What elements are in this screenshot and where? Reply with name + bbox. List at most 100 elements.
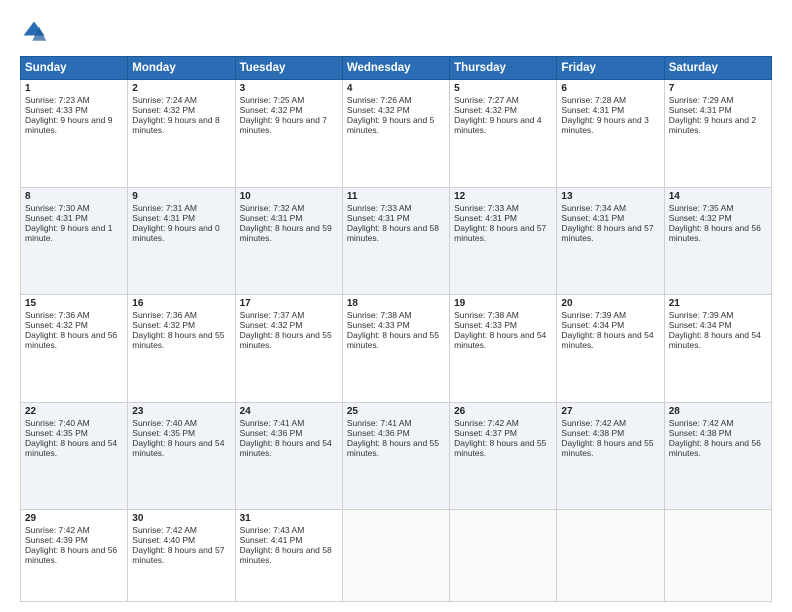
sunset-label: Sunset: 4:35 PM — [25, 428, 88, 438]
sunrise-label: Sunrise: 7:23 AM — [25, 95, 90, 105]
day-number: 3 — [240, 83, 338, 94]
day-number: 26 — [454, 406, 552, 417]
sunset-label: Sunset: 4:32 PM — [240, 105, 303, 115]
sunrise-label: Sunrise: 7:40 AM — [132, 418, 197, 428]
sunset-label: Sunset: 4:31 PM — [25, 213, 88, 223]
daylight-label: Daylight: 8 hours and 54 minutes. — [454, 330, 546, 350]
calendar-cell: 8Sunrise: 7:30 AMSunset: 4:31 PMDaylight… — [21, 187, 128, 295]
calendar-cell: 17Sunrise: 7:37 AMSunset: 4:32 PMDayligh… — [235, 295, 342, 403]
sunset-label: Sunset: 4:31 PM — [561, 213, 624, 223]
calendar-cell: 29Sunrise: 7:42 AMSunset: 4:39 PMDayligh… — [21, 510, 128, 602]
day-number: 15 — [25, 298, 123, 309]
daylight-label: Daylight: 8 hours and 57 minutes. — [561, 223, 653, 243]
sunrise-label: Sunrise: 7:41 AM — [240, 418, 305, 428]
daylight-label: Daylight: 9 hours and 0 minutes. — [132, 223, 219, 243]
daylight-label: Daylight: 8 hours and 59 minutes. — [240, 223, 332, 243]
calendar-weekday-thursday: Thursday — [450, 57, 557, 80]
calendar-cell: 15Sunrise: 7:36 AMSunset: 4:32 PMDayligh… — [21, 295, 128, 403]
calendar-week-row: 15Sunrise: 7:36 AMSunset: 4:32 PMDayligh… — [21, 295, 772, 403]
sunset-label: Sunset: 4:38 PM — [669, 428, 732, 438]
day-number: 12 — [454, 191, 552, 202]
day-number: 2 — [132, 83, 230, 94]
calendar-cell — [664, 510, 771, 602]
daylight-label: Daylight: 9 hours and 5 minutes. — [347, 115, 434, 135]
calendar-cell — [342, 510, 449, 602]
day-number: 13 — [561, 191, 659, 202]
sunset-label: Sunset: 4:33 PM — [25, 105, 88, 115]
sunset-label: Sunset: 4:32 PM — [132, 105, 195, 115]
daylight-label: Daylight: 8 hours and 54 minutes. — [240, 438, 332, 458]
sunrise-label: Sunrise: 7:43 AM — [240, 525, 305, 535]
sunset-label: Sunset: 4:35 PM — [132, 428, 195, 438]
calendar-cell: 22Sunrise: 7:40 AMSunset: 4:35 PMDayligh… — [21, 402, 128, 510]
day-number: 8 — [25, 191, 123, 202]
sunrise-label: Sunrise: 7:42 AM — [132, 525, 197, 535]
calendar-cell: 14Sunrise: 7:35 AMSunset: 4:32 PMDayligh… — [664, 187, 771, 295]
calendar-cell: 13Sunrise: 7:34 AMSunset: 4:31 PMDayligh… — [557, 187, 664, 295]
day-number: 21 — [669, 298, 767, 309]
calendar-weekday-friday: Friday — [557, 57, 664, 80]
daylight-label: Daylight: 9 hours and 8 minutes. — [132, 115, 219, 135]
sunrise-label: Sunrise: 7:33 AM — [454, 203, 519, 213]
calendar-cell: 12Sunrise: 7:33 AMSunset: 4:31 PMDayligh… — [450, 187, 557, 295]
day-number: 6 — [561, 83, 659, 94]
sunrise-label: Sunrise: 7:28 AM — [561, 95, 626, 105]
daylight-label: Daylight: 9 hours and 9 minutes. — [25, 115, 112, 135]
sunset-label: Sunset: 4:33 PM — [454, 320, 517, 330]
logo-icon — [20, 18, 48, 46]
calendar-cell — [557, 510, 664, 602]
sunrise-label: Sunrise: 7:25 AM — [240, 95, 305, 105]
sunset-label: Sunset: 4:34 PM — [669, 320, 732, 330]
calendar-weekday-tuesday: Tuesday — [235, 57, 342, 80]
daylight-label: Daylight: 8 hours and 54 minutes. — [561, 330, 653, 350]
calendar-cell: 19Sunrise: 7:38 AMSunset: 4:33 PMDayligh… — [450, 295, 557, 403]
daylight-label: Daylight: 8 hours and 55 minutes. — [347, 438, 439, 458]
day-number: 23 — [132, 406, 230, 417]
sunset-label: Sunset: 4:40 PM — [132, 535, 195, 545]
sunrise-label: Sunrise: 7:35 AM — [669, 203, 734, 213]
sunrise-label: Sunrise: 7:30 AM — [25, 203, 90, 213]
day-number: 18 — [347, 298, 445, 309]
daylight-label: Daylight: 9 hours and 3 minutes. — [561, 115, 648, 135]
daylight-label: Daylight: 8 hours and 56 minutes. — [25, 545, 117, 565]
calendar-cell: 31Sunrise: 7:43 AMSunset: 4:41 PMDayligh… — [235, 510, 342, 602]
daylight-label: Daylight: 8 hours and 56 minutes. — [669, 438, 761, 458]
day-number: 31 — [240, 513, 338, 524]
day-number: 10 — [240, 191, 338, 202]
daylight-label: Daylight: 8 hours and 55 minutes. — [454, 438, 546, 458]
sunset-label: Sunset: 4:32 PM — [25, 320, 88, 330]
daylight-label: Daylight: 8 hours and 58 minutes. — [347, 223, 439, 243]
sunrise-label: Sunrise: 7:36 AM — [132, 310, 197, 320]
calendar-cell: 10Sunrise: 7:32 AMSunset: 4:31 PMDayligh… — [235, 187, 342, 295]
calendar-cell: 25Sunrise: 7:41 AMSunset: 4:36 PMDayligh… — [342, 402, 449, 510]
day-number: 9 — [132, 191, 230, 202]
calendar-cell: 6Sunrise: 7:28 AMSunset: 4:31 PMDaylight… — [557, 80, 664, 188]
sunrise-label: Sunrise: 7:36 AM — [25, 310, 90, 320]
calendar-weekday-saturday: Saturday — [664, 57, 771, 80]
sunset-label: Sunset: 4:31 PM — [561, 105, 624, 115]
sunrise-label: Sunrise: 7:42 AM — [25, 525, 90, 535]
sunset-label: Sunset: 4:36 PM — [347, 428, 410, 438]
calendar-cell: 27Sunrise: 7:42 AMSunset: 4:38 PMDayligh… — [557, 402, 664, 510]
calendar-cell: 16Sunrise: 7:36 AMSunset: 4:32 PMDayligh… — [128, 295, 235, 403]
daylight-label: Daylight: 9 hours and 1 minute. — [25, 223, 112, 243]
calendar-cell: 4Sunrise: 7:26 AMSunset: 4:32 PMDaylight… — [342, 80, 449, 188]
day-number: 7 — [669, 83, 767, 94]
calendar-cell: 3Sunrise: 7:25 AMSunset: 4:32 PMDaylight… — [235, 80, 342, 188]
calendar-cell: 28Sunrise: 7:42 AMSunset: 4:38 PMDayligh… — [664, 402, 771, 510]
sunrise-label: Sunrise: 7:34 AM — [561, 203, 626, 213]
daylight-label: Daylight: 9 hours and 7 minutes. — [240, 115, 327, 135]
sunrise-label: Sunrise: 7:27 AM — [454, 95, 519, 105]
day-number: 29 — [25, 513, 123, 524]
daylight-label: Daylight: 8 hours and 57 minutes. — [454, 223, 546, 243]
sunrise-label: Sunrise: 7:39 AM — [561, 310, 626, 320]
sunset-label: Sunset: 4:38 PM — [561, 428, 624, 438]
logo — [20, 18, 52, 46]
calendar-cell: 24Sunrise: 7:41 AMSunset: 4:36 PMDayligh… — [235, 402, 342, 510]
sunrise-label: Sunrise: 7:40 AM — [25, 418, 90, 428]
header — [20, 18, 772, 46]
day-number: 16 — [132, 298, 230, 309]
sunset-label: Sunset: 4:31 PM — [240, 213, 303, 223]
sunrise-label: Sunrise: 7:31 AM — [132, 203, 197, 213]
day-number: 25 — [347, 406, 445, 417]
